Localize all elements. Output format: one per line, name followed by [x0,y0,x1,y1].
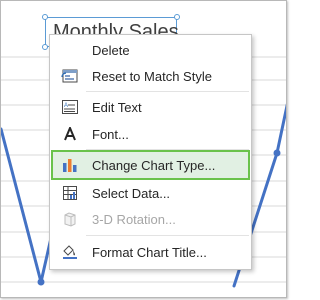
menu-item-label: Delete [92,42,130,58]
data-point [273,149,281,157]
menu-item-label: Reset to Match Style [92,68,212,84]
menu-item-label: Format Chart Title... [92,244,207,260]
svg-text:A: A [64,103,68,109]
menu-item-reset-to-match-style[interactable]: Reset to Match Style [53,63,248,89]
delete-icon [59,39,81,61]
reset-style-icon [59,65,81,87]
select-data-icon [59,182,81,204]
menu-item-format-chart-title[interactable]: Format Chart Title... [53,239,248,265]
series-line-segment [275,103,286,155]
menu-item-change-chart-type[interactable]: Change Chart Type... [51,150,250,180]
font-icon [59,123,81,145]
edit-text-icon: A [59,96,81,118]
menu-item-edit-text[interactable]: A Edit Text [53,94,248,120]
menu-item-label: Edit Text [92,99,142,115]
menu-item-label: 3-D Rotation... [92,211,176,227]
menu-separator [86,149,249,150]
menu-item-font[interactable]: Font... [53,121,248,147]
format-title-icon [59,241,81,263]
menu-separator [86,91,249,92]
data-point [37,278,45,286]
menu-item-delete[interactable]: Delete [53,37,248,63]
menu-item-label: Select Data... [92,185,171,201]
3d-rotation-icon [59,208,81,230]
chart-area[interactable]: Monthly Sales Delete Reset to Match Styl… [0,0,287,298]
selection-handle[interactable] [42,14,48,20]
context-menu: Delete Reset to Match Style A Edit Text … [49,34,252,270]
selection-handle[interactable] [42,44,48,50]
selection-handle[interactable] [174,14,180,20]
menu-item-select-data[interactable]: Select Data... [53,180,248,206]
menu-separator [86,235,249,236]
menu-item-label: Font... [92,126,129,142]
menu-item-3d-rotation: 3-D Rotation... [53,206,248,232]
chart-type-icon [59,154,81,176]
menu-item-label: Change Chart Type... [92,157,216,173]
